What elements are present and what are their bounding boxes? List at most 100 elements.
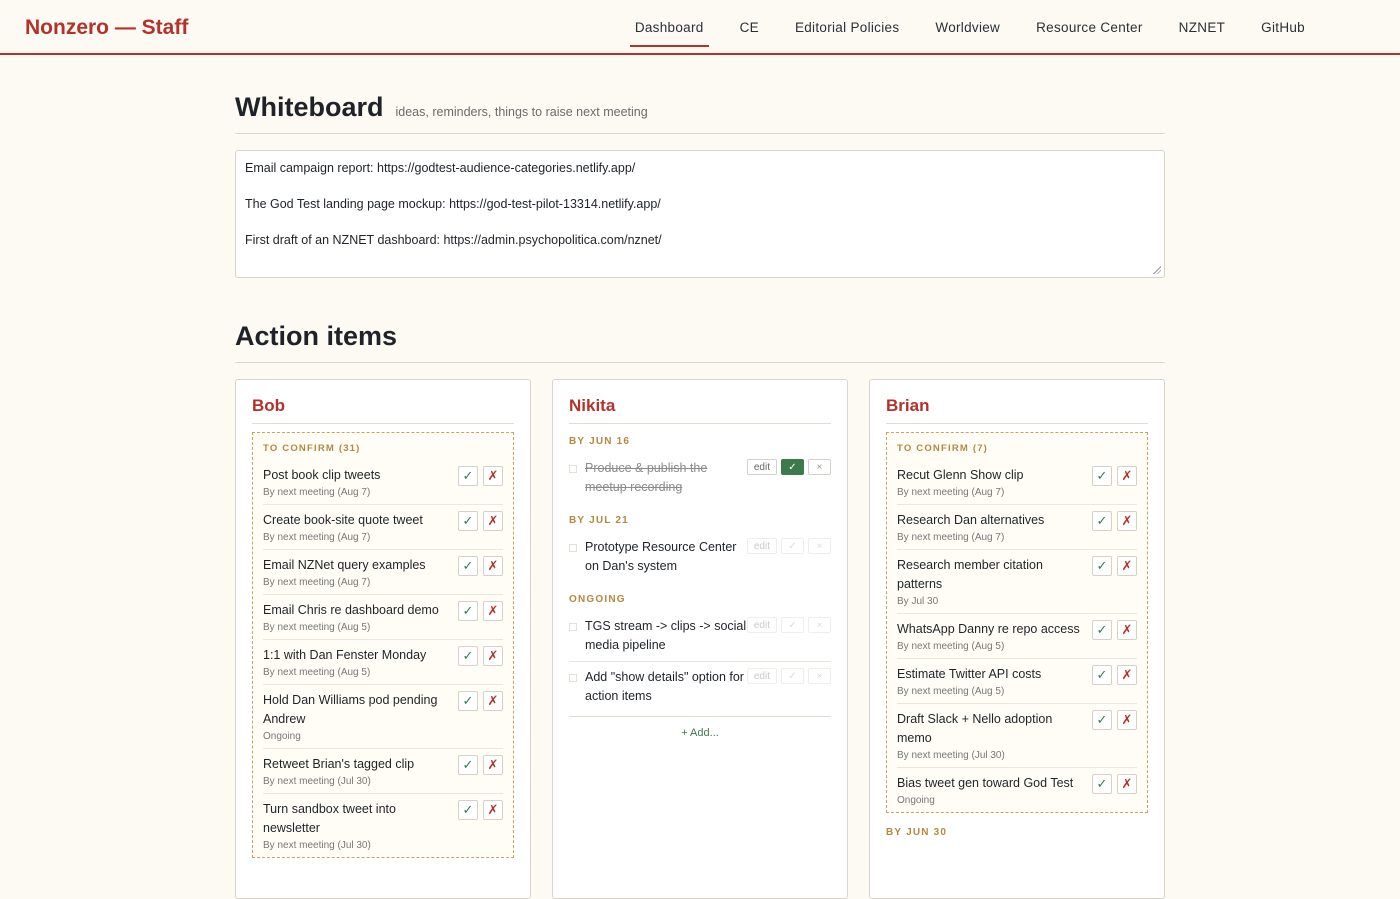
item-title: Estimate Twitter API costs: [897, 667, 1042, 681]
item-due: By Jul 30: [897, 596, 939, 607]
item-title: Research member citation patterns: [897, 558, 1043, 591]
confirm-check-icon[interactable]: ✓: [1092, 710, 1112, 730]
list-item: Create book-site quote tweet By next meet…: [263, 505, 503, 550]
confirm-check-icon[interactable]: ✓: [1092, 556, 1112, 576]
edit-button[interactable]: edit: [746, 538, 777, 554]
confirm-check-icon[interactable]: ✓: [458, 691, 478, 711]
reject-x-icon[interactable]: ✗: [1117, 774, 1137, 794]
remove-x-icon[interactable]: ×: [808, 668, 831, 684]
reject-x-icon[interactable]: ✗: [1117, 665, 1137, 685]
reject-x-icon[interactable]: ✗: [483, 691, 503, 711]
edit-button[interactable]: edit: [746, 617, 777, 633]
item-due: By next meeting (Jul 30): [897, 750, 1005, 761]
divider: [235, 133, 1165, 134]
nav-editorial-policies[interactable]: Editorial Policies: [790, 20, 904, 47]
edit-button[interactable]: edit: [746, 668, 777, 684]
item-text: Research member citation patterns By Jul …: [897, 556, 1087, 607]
item-due: By next meeting (Aug 5): [263, 667, 371, 678]
drag-handle-icon[interactable]: [569, 544, 577, 552]
item-title: Create book-site quote tweet: [263, 513, 423, 527]
list-item: Post book clip tweets By next meeting (Au…: [263, 460, 503, 505]
nav-dashboard[interactable]: Dashboard: [629, 20, 709, 47]
confirm-check-icon[interactable]: ✓: [1092, 511, 1112, 531]
confirm-check-icon[interactable]: ✓: [458, 466, 478, 486]
column-title: Nikita: [569, 396, 831, 424]
reject-x-icon[interactable]: ✗: [483, 556, 503, 576]
drag-handle-icon[interactable]: [569, 465, 577, 473]
reject-x-icon[interactable]: ✗: [483, 800, 503, 820]
item-due: By next meeting (Jul 30): [263, 776, 371, 787]
item-title: Produce & publish the meetup recording: [585, 461, 708, 494]
brand-title[interactable]: Nonzero — Staff: [25, 16, 188, 40]
remove-x-icon[interactable]: ×: [808, 538, 831, 554]
remove-x-icon[interactable]: ×: [808, 617, 831, 633]
item-actions: ✓ ✗: [1087, 511, 1137, 543]
whiteboard-textarea[interactable]: Email campaign report: https://godtest-a…: [235, 150, 1165, 278]
group-label: ONGOING: [569, 594, 626, 605]
item-text: Draft Slack + Nello adoption memo By next…: [897, 710, 1087, 761]
remove-x-icon[interactable]: ×: [808, 459, 831, 475]
item-title: TGS stream -> clips -> social media pipe…: [585, 619, 747, 652]
item-title: Email Chris re dashboard demo: [263, 603, 439, 617]
item-due: By next meeting (Aug 5): [897, 686, 1005, 697]
item-actions: ✓ ✗: [453, 511, 503, 543]
reject-x-icon[interactable]: ✗: [1117, 466, 1137, 486]
list-item: Prototype Resource Center on Dan's syste…: [569, 532, 831, 582]
confirm-check-icon[interactable]: ✓: [458, 601, 478, 621]
item-text: Create book-site quote tweet By next meet…: [263, 511, 453, 543]
column-title: Bob: [252, 396, 514, 424]
confirm-check-icon[interactable]: ✓: [458, 646, 478, 666]
reject-x-icon[interactable]: ✗: [1117, 710, 1137, 730]
confirm-check-icon[interactable]: ✓: [458, 755, 478, 775]
drag-handle-icon[interactable]: [569, 623, 577, 631]
nav-github[interactable]: GitHub: [1256, 20, 1310, 47]
to-confirm-label: TO CONFIRM (7): [897, 443, 989, 454]
item-actions: ✓ ✗: [453, 691, 503, 742]
reject-x-icon[interactable]: ✗: [483, 466, 503, 486]
list-item: Email Chris re dashboard demo By next mee…: [263, 595, 503, 640]
item-title: Recut Glenn Show clip: [897, 468, 1024, 482]
item-text: Research Dan alternatives By next meeting…: [897, 511, 1087, 543]
item-due: By next meeting (Aug 7): [897, 532, 1005, 543]
confirm-check-icon[interactable]: ✓: [1092, 774, 1112, 794]
list-item: Research Dan alternatives By next meeting…: [897, 505, 1137, 550]
reject-x-icon[interactable]: ✗: [1117, 556, 1137, 576]
drag-handle-icon[interactable]: [569, 674, 577, 682]
nav-worldview[interactable]: Worldview: [930, 20, 1005, 47]
item-text: Hold Dan Williams pod pending Andrew Ongo…: [263, 691, 453, 742]
column-nikita: Nikita BY JUN 16 Produce & publish the me…: [552, 379, 848, 899]
item-title: 1:1 with Dan Fenster Monday: [263, 648, 427, 662]
resize-handle-icon[interactable]: [1153, 266, 1161, 274]
list-item: Draft Slack + Nello adoption memo By next…: [897, 704, 1137, 768]
nav-ce[interactable]: CE: [735, 20, 764, 47]
nav-nznet[interactable]: NZNET: [1174, 20, 1231, 47]
list-item: Email NZNet query examples By next meetin…: [263, 550, 503, 595]
confirm-check-icon[interactable]: ✓: [1092, 620, 1112, 640]
confirm-check-icon[interactable]: ✓: [1092, 665, 1112, 685]
to-confirm-list: Post book clip tweets By next meeting (Au…: [263, 460, 503, 857]
list-item: Turn sandbox tweet into newsletter By nex…: [263, 794, 503, 857]
group-label: BY JUL 21: [569, 515, 629, 526]
done-check-icon[interactable]: ✓: [781, 459, 804, 475]
list-item: Research member citation patterns By Jul …: [897, 550, 1137, 614]
edit-button[interactable]: edit: [746, 459, 777, 475]
reject-x-icon[interactable]: ✗: [1117, 620, 1137, 640]
confirm-check-icon[interactable]: ✓: [1092, 466, 1112, 486]
done-check-icon[interactable]: ✓: [781, 617, 804, 633]
item-due: Ongoing: [897, 795, 935, 806]
reject-x-icon[interactable]: ✗: [483, 511, 503, 531]
reject-x-icon[interactable]: ✗: [483, 755, 503, 775]
confirm-check-icon[interactable]: ✓: [458, 511, 478, 531]
done-check-icon[interactable]: ✓: [781, 538, 804, 554]
reject-x-icon[interactable]: ✗: [1117, 511, 1137, 531]
add-item-button[interactable]: + Add...: [569, 716, 831, 739]
nav-resource-center[interactable]: Resource Center: [1031, 20, 1148, 47]
list-item: Bias tweet gen toward God Test Ongoing ✓ ✗: [897, 768, 1137, 812]
reject-x-icon[interactable]: ✗: [483, 601, 503, 621]
confirm-check-icon[interactable]: ✓: [458, 800, 478, 820]
reject-x-icon[interactable]: ✗: [483, 646, 503, 666]
item-title: Email NZNet query examples: [263, 558, 426, 572]
done-check-icon[interactable]: ✓: [781, 668, 804, 684]
item-due: By next meeting (Aug 7): [263, 577, 371, 588]
confirm-check-icon[interactable]: ✓: [458, 556, 478, 576]
